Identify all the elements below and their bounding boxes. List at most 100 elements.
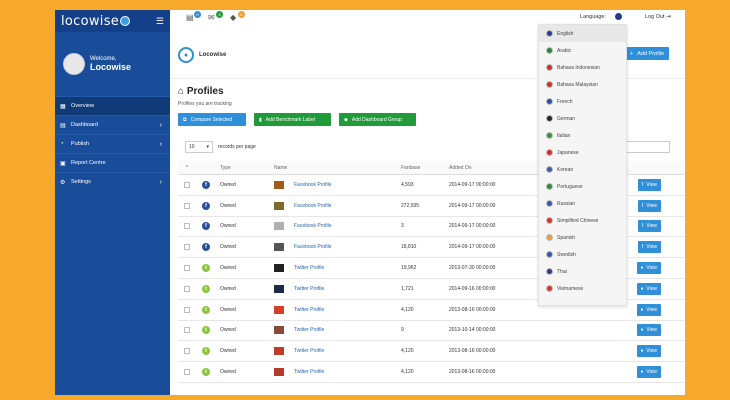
view-button[interactable]: f View (637, 241, 661, 254)
gear-icon: ⚙ (60, 179, 66, 186)
sidebar-item-publish[interactable]: ◔ Publish › (55, 134, 170, 153)
profile-name-link[interactable]: Facebook Profile (294, 203, 332, 209)
profile-name-link[interactable]: Twitter Profile (294, 286, 324, 292)
chevron-right-icon: › (159, 121, 162, 129)
row-checkbox[interactable] (184, 285, 190, 292)
twitter-icon: t (202, 264, 210, 273)
added-on-cell: 2014-09-17 00:00:00 (449, 223, 496, 230)
actions-cell: ♦ View (537, 345, 685, 358)
compare-selected-button[interactable]: ⧉ Compare Selected (178, 113, 246, 126)
language-option-simplified-chinese[interactable]: Simplified Chinese (539, 212, 626, 229)
mail-icon[interactable]: ✉ 4 (208, 11, 223, 23)
chevron-right-icon: › (159, 178, 162, 186)
view-button[interactable]: ♦ View (636, 366, 661, 379)
language-option-bahasa-malaysian[interactable]: Bahasa Malaysian (539, 76, 626, 93)
add-profile-button[interactable]: + Add Profile (625, 47, 670, 60)
actions-cell: ♦ View (537, 366, 685, 379)
facebook-small-icon: f (641, 181, 644, 188)
hamburger-menu-icon[interactable]: ☰ (156, 16, 164, 27)
language-option-swedish[interactable]: Swedish (539, 246, 626, 263)
language-flag-icon[interactable] (615, 13, 622, 20)
view-button[interactable]: f View (637, 220, 661, 233)
flag-icon (546, 98, 553, 105)
row-checkbox[interactable] (184, 223, 190, 230)
column-header[interactable]: Added On (445, 165, 537, 171)
book-icon[interactable]: ▤ 0 (186, 11, 201, 23)
row-checkbox-cell (178, 181, 196, 188)
flag-icon (546, 200, 553, 207)
row-checkbox[interactable] (184, 348, 190, 355)
network-cell: t (196, 284, 216, 293)
view-button[interactable]: f View (637, 199, 661, 212)
language-label: Italian (557, 132, 571, 139)
language-option-russian[interactable]: Russian (539, 195, 626, 212)
app-logo[interactable]: locowise (61, 14, 131, 29)
language-option-thai[interactable]: Thai (539, 263, 626, 280)
facebook-small-icon: f (641, 202, 644, 209)
language-option-german[interactable]: German (539, 110, 626, 127)
profile-name-link[interactable]: Twitter Profile (294, 369, 324, 375)
add-dashboard-group-button[interactable]: ◆ Add Dashboard Group (339, 113, 416, 126)
profile-name-link[interactable]: Twitter Profile (294, 307, 324, 313)
profile-name-link[interactable]: Facebook Profile (294, 182, 332, 188)
sidebar-item-dashboard[interactable]: ▤ Dashboard › (55, 115, 170, 134)
sidebar-item-overview[interactable]: ▦ Overview (55, 96, 170, 115)
profile-name-link[interactable]: Twitter Profile (294, 327, 324, 333)
add-benchmark-label-button[interactable]: ▮ Add Benchmark Label (254, 113, 331, 126)
profile-name-link[interactable]: Facebook Profile (294, 223, 332, 229)
name-cell: Twitter Profile (270, 368, 397, 377)
row-checkbox[interactable] (184, 181, 190, 188)
language-option-english[interactable]: English (539, 25, 626, 42)
view-label: View (646, 369, 657, 376)
records-select[interactable]: 10 ▾ (185, 141, 213, 153)
logo-pin-icon (120, 16, 131, 26)
row-checkbox[interactable] (184, 265, 190, 272)
name-cell: Facebook Profile (270, 201, 397, 210)
view-button[interactable]: ♦ View (636, 303, 661, 316)
language-option-arabic[interactable]: Arabic (539, 42, 626, 59)
sort-icon[interactable]: ^ (178, 165, 196, 171)
profile-name-link[interactable]: Twitter Profile (294, 265, 324, 271)
twitter-small-icon: ♦ (640, 285, 644, 292)
profile-name-link[interactable]: Facebook Profile (294, 244, 332, 250)
column-header[interactable]: Fanbase (397, 165, 445, 171)
search-input[interactable] (620, 141, 670, 153)
avatar[interactable] (63, 53, 85, 75)
twitter-icon: t (202, 284, 210, 293)
profile-name-link[interactable]: Twitter Profile (294, 348, 324, 354)
network-cell: f (196, 222, 216, 231)
language-label: Thai (557, 268, 567, 275)
view-button[interactable]: f View (637, 178, 661, 191)
logout-link[interactable]: Log Out ⇥ (645, 14, 671, 20)
type-cell: Owned (220, 369, 236, 376)
tag-icon[interactable]: ◆ 0 (230, 11, 245, 23)
language-option-italian[interactable]: Italian (539, 127, 626, 144)
added-on-cell: 2013-08-16 00:00:00 (449, 369, 496, 376)
view-button[interactable]: ♦ View (636, 324, 661, 337)
view-button[interactable]: ♦ View (636, 345, 661, 358)
sidebar-item-label: Settings (71, 179, 91, 185)
language-option-spanish[interactable]: Spanish (539, 229, 626, 246)
view-label: View (646, 348, 657, 355)
view-button[interactable]: ♦ View (636, 282, 661, 295)
network-cell: t (196, 264, 216, 273)
row-checkbox[interactable] (184, 327, 190, 334)
twitter-icon: t (202, 347, 210, 356)
row-checkbox[interactable] (184, 244, 190, 251)
language-option-portuguese[interactable]: Portuguese (539, 178, 626, 195)
table-row: t Owned Twitter Profile 4,120 2013-08-16 00:… (178, 362, 685, 383)
sidebar-item-report-centre[interactable]: ▣ Report Centre (55, 153, 170, 172)
row-checkbox[interactable] (184, 306, 190, 313)
column-header[interactable]: Name (270, 165, 397, 171)
language-option-vietnamese[interactable]: Vietnamese (539, 280, 626, 297)
language-option-japanese[interactable]: Japanese (539, 144, 626, 161)
language-option-korean[interactable]: Korean (539, 161, 626, 178)
sidebar-item-settings[interactable]: ⚙ Settings › (55, 172, 170, 191)
column-header[interactable]: Type (216, 165, 270, 171)
language-option-french[interactable]: French (539, 93, 626, 110)
language-label: Swedish (557, 251, 576, 258)
row-checkbox[interactable] (184, 202, 190, 209)
view-button[interactable]: ♦ View (636, 262, 661, 275)
row-checkbox[interactable] (184, 369, 190, 376)
language-option-bahasa-indonesian[interactable]: Bahasa Indonesian (539, 59, 626, 76)
